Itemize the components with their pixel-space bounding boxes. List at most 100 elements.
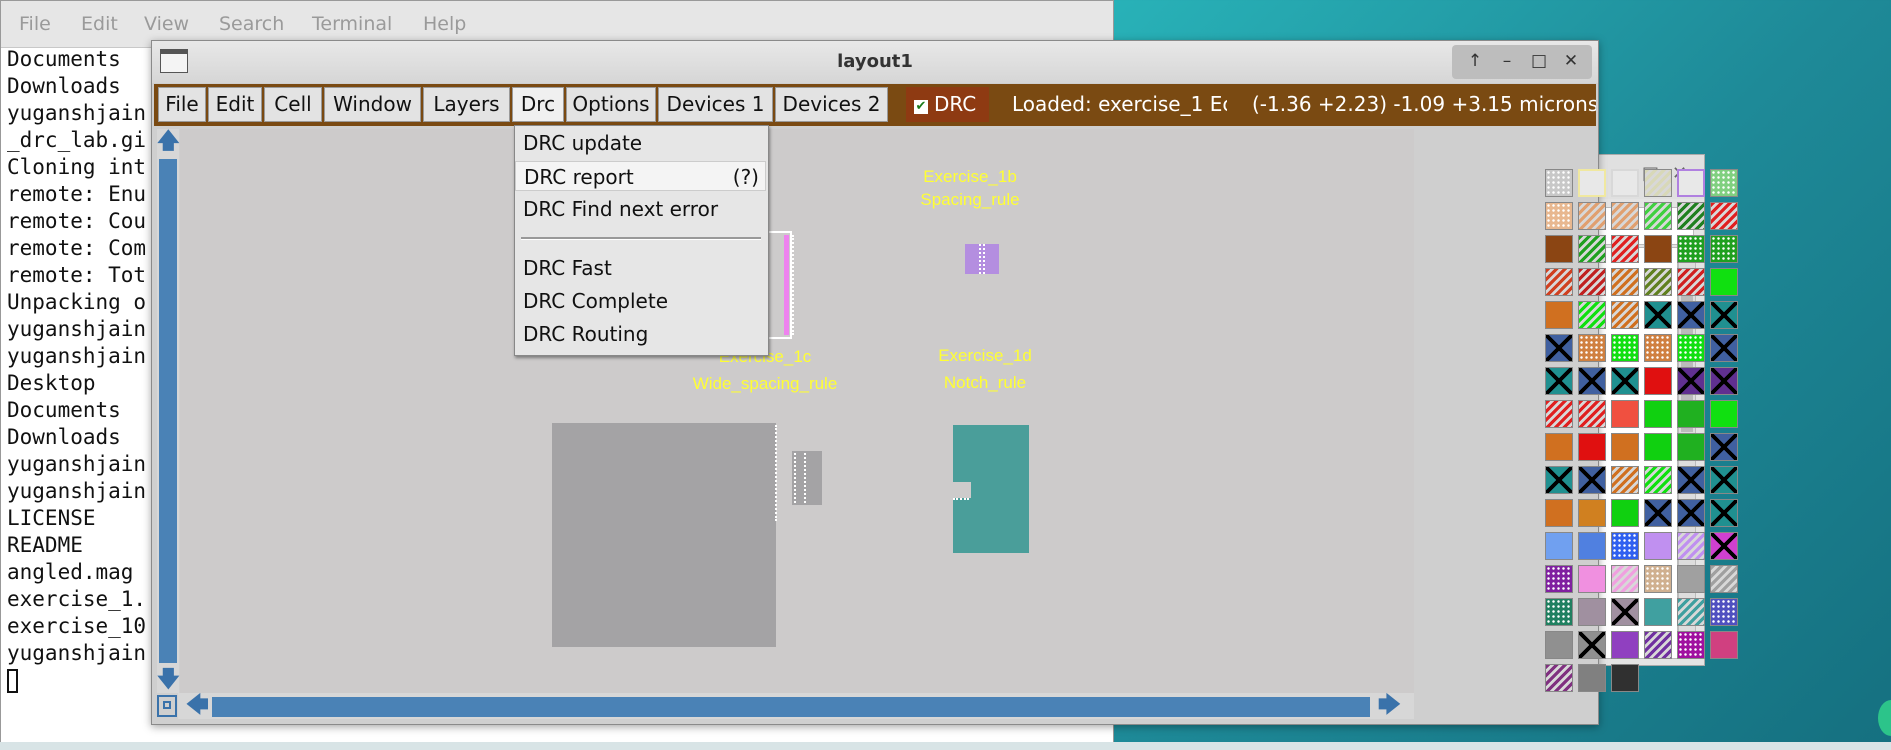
layer-swatch[interactable]	[1545, 367, 1573, 395]
layer-swatch[interactable]	[1578, 202, 1606, 230]
terminal-menu-edit[interactable]: Edit	[81, 13, 118, 35]
layer-swatch[interactable]	[1611, 433, 1639, 461]
arrow-up-icon[interactable]: ↑	[1462, 48, 1488, 74]
horizontal-scroll-thumb[interactable]	[212, 697, 1370, 717]
layer-swatch[interactable]	[1545, 235, 1573, 263]
layer-swatch[interactable]	[1644, 400, 1672, 428]
terminal-menu-terminal[interactable]: Terminal	[312, 13, 392, 35]
menu-options[interactable]: Options	[566, 87, 656, 122]
menu-window[interactable]: Window	[324, 87, 421, 122]
layer-swatch[interactable]	[1644, 466, 1672, 494]
layer-swatch[interactable]	[1611, 532, 1639, 560]
menu-cell[interactable]: Cell	[264, 87, 322, 122]
arrow-right-icon[interactable]: 🡆	[1378, 693, 1401, 719]
layer-swatch[interactable]	[1677, 631, 1705, 659]
layer-swatch[interactable]	[1578, 466, 1606, 494]
layer-swatch[interactable]	[1611, 466, 1639, 494]
layer-swatch[interactable]	[1710, 433, 1738, 461]
layer-swatch[interactable]	[1578, 631, 1606, 659]
layer-swatch[interactable]	[1644, 532, 1672, 560]
layer-swatch[interactable]	[1611, 499, 1639, 527]
maximize-icon[interactable]: □	[1526, 48, 1552, 74]
layer-swatch[interactable]	[1710, 466, 1738, 494]
menu-item-drc-find-next-error[interactable]: DRC Find next error	[515, 194, 766, 224]
layer-swatch[interactable]	[1644, 631, 1672, 659]
layer-swatch[interactable]	[1644, 235, 1672, 263]
layer-swatch[interactable]	[1677, 499, 1705, 527]
layer-swatch[interactable]	[1578, 598, 1606, 626]
arrow-up-icon[interactable]: 🡅	[157, 129, 180, 155]
layer-swatch[interactable]	[1710, 499, 1738, 527]
layer-swatch[interactable]	[1611, 169, 1639, 197]
layer-swatch[interactable]	[1644, 499, 1672, 527]
layer-swatch[interactable]	[1677, 433, 1705, 461]
layer-swatch[interactable]	[1545, 466, 1573, 494]
arrow-down-icon[interactable]: 🡇	[157, 667, 180, 693]
layer-swatch[interactable]	[1710, 565, 1738, 593]
layer-swatch[interactable]	[1710, 532, 1738, 560]
layer-swatch[interactable]	[1677, 268, 1705, 296]
layer-swatch[interactable]	[1578, 532, 1606, 560]
layer-swatch[interactable]	[1578, 334, 1606, 362]
layer-swatch[interactable]	[1611, 565, 1639, 593]
layer-swatch[interactable]	[1545, 532, 1573, 560]
layer-swatch[interactable]	[1677, 565, 1705, 593]
close-icon[interactable]: ✕	[1558, 48, 1584, 74]
menu-edit[interactable]: Edit	[208, 87, 262, 122]
menu-drc[interactable]: Drc	[512, 87, 564, 122]
terminal-menu-file[interactable]: File	[19, 13, 51, 35]
layer-swatch[interactable]	[1578, 499, 1606, 527]
layer-swatch[interactable]	[1644, 268, 1672, 296]
terminal-output[interactable]: Documents Downloads yuganshjain _drc_lab.gi…	[7, 46, 157, 694]
layout-canvas[interactable]: ercise_1a dth_rule Exercise_1b Spacing_r…	[180, 129, 1414, 693]
layer-swatch[interactable]	[1611, 268, 1639, 296]
layer-swatch[interactable]	[1545, 664, 1573, 692]
layer-swatch[interactable]	[1710, 169, 1738, 197]
layer-swatch[interactable]	[1644, 367, 1672, 395]
layer-swatch[interactable]	[1578, 268, 1606, 296]
layer-swatch[interactable]	[1578, 169, 1606, 197]
layer-swatch[interactable]	[1710, 334, 1738, 362]
layer-swatch[interactable]	[1545, 301, 1573, 329]
layer-swatch[interactable]	[1677, 400, 1705, 428]
terminal-menu-help[interactable]: Help	[423, 13, 466, 35]
layer-swatch[interactable]	[1545, 598, 1573, 626]
layer-swatch[interactable]	[1710, 598, 1738, 626]
layer-swatch[interactable]	[1611, 598, 1639, 626]
menu-item-drc-report[interactable]: DRC report (?)	[515, 161, 766, 191]
layer-swatch[interactable]	[1644, 433, 1672, 461]
layer-swatch[interactable]	[1677, 301, 1705, 329]
terminal-menu-search[interactable]: Search	[219, 13, 284, 35]
layer-swatch[interactable]	[1545, 268, 1573, 296]
layer-swatch[interactable]	[1677, 367, 1705, 395]
menu-item-drc-complete[interactable]: DRC Complete	[515, 286, 766, 316]
layer-swatch[interactable]	[1578, 565, 1606, 593]
layer-swatch[interactable]	[1611, 664, 1639, 692]
layer-swatch[interactable]	[1710, 631, 1738, 659]
layer-swatch[interactable]	[1578, 301, 1606, 329]
layer-swatch[interactable]	[1611, 367, 1639, 395]
arrow-left-icon[interactable]: 🡄	[186, 693, 209, 719]
terminal-menu-view[interactable]: View	[144, 13, 189, 35]
menu-layers[interactable]: Layers	[423, 87, 510, 122]
layer-swatch[interactable]	[1578, 433, 1606, 461]
layer-swatch[interactable]	[1545, 631, 1573, 659]
menu-item-drc-routing[interactable]: DRC Routing	[515, 319, 766, 349]
layer-swatch[interactable]	[1677, 235, 1705, 263]
layer-swatch[interactable]	[1710, 268, 1738, 296]
layer-swatch[interactable]	[1545, 433, 1573, 461]
vertical-scrollbar[interactable]: 🡅 🡇	[157, 129, 180, 693]
menu-file[interactable]: File	[158, 87, 206, 122]
layer-swatch[interactable]	[1677, 202, 1705, 230]
layer-swatch[interactable]	[1545, 334, 1573, 362]
menu-devices-2[interactable]: Devices 2	[775, 87, 888, 122]
layer-swatch[interactable]	[1644, 334, 1672, 362]
layer-swatch[interactable]	[1710, 235, 1738, 263]
layer-swatch[interactable]	[1710, 367, 1738, 395]
layer-swatch[interactable]	[1710, 202, 1738, 230]
vertical-scroll-thumb[interactable]	[159, 159, 177, 663]
layer-swatch[interactable]	[1677, 532, 1705, 560]
layer-swatch[interactable]	[1677, 334, 1705, 362]
layer-swatch[interactable]	[1611, 631, 1639, 659]
layer-swatch[interactable]	[1710, 400, 1738, 428]
